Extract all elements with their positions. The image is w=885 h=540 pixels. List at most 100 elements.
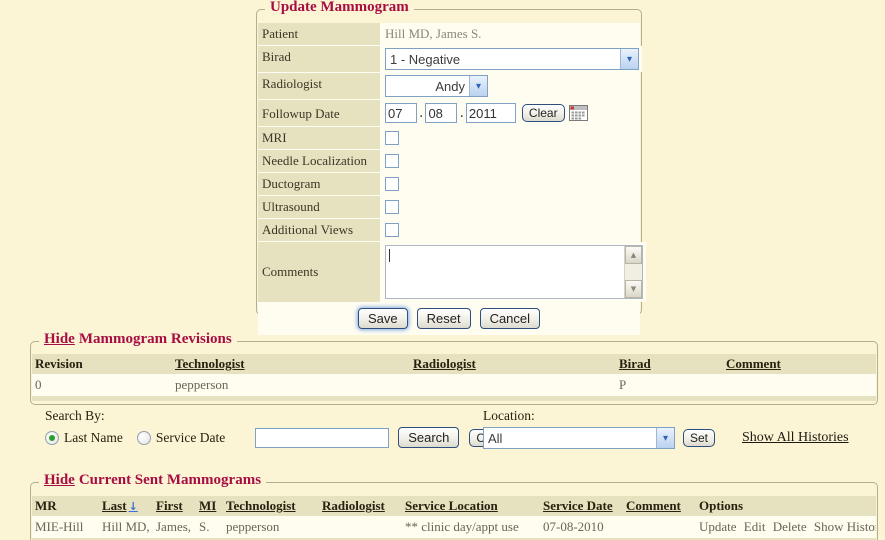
col-options: Options — [696, 496, 876, 516]
col-technologist[interactable]: Technologist — [172, 354, 410, 374]
birad-value: P — [616, 375, 723, 395]
mri-label: MRI — [258, 127, 382, 149]
revisions-footer-strip — [32, 396, 876, 401]
col-technologist[interactable]: Technologist — [223, 496, 319, 516]
current-sent-mammograms-section: HideCurrent Sent Mammograms MR Last↓ Fir… — [30, 482, 878, 540]
additional-views-row: Additional Views — [258, 219, 640, 242]
followup-month-input[interactable] — [385, 103, 417, 123]
delete-link[interactable]: Delete — [773, 519, 807, 534]
col-birad[interactable]: Birad — [616, 354, 723, 374]
col-last[interactable]: Last↓ — [99, 496, 153, 516]
last-name-radio-label[interactable]: Last Name — [64, 430, 123, 446]
comments-textarea[interactable]: ▲ ▼ — [385, 245, 643, 299]
cancel-button[interactable]: Cancel — [480, 308, 540, 329]
page: Update Mammogram Patient Hill MD, James … — [0, 0, 885, 540]
search-by-label: Search By: — [45, 408, 105, 424]
edit-link[interactable]: Edit — [744, 519, 766, 534]
radiologist-select[interactable]: Andy ▾ — [385, 75, 488, 97]
set-location-button[interactable]: Set — [683, 429, 715, 447]
show-all-histories-link[interactable]: Show All Histories — [742, 430, 849, 446]
search-bar: Search By: Last Name Service Date Search… — [0, 406, 885, 460]
birad-select[interactable]: 1 - Negative ▾ — [385, 48, 639, 70]
update-mammogram-form: Update Mammogram Patient Hill MD, James … — [256, 9, 642, 315]
col-mi[interactable]: MI — [196, 496, 223, 516]
options-cell: Update Edit Delete Show History — [696, 517, 876, 537]
followup-day-input[interactable] — [425, 103, 457, 123]
form-button-row: Save Reset Cancel — [258, 303, 640, 335]
col-radiologist[interactable]: Radiologist — [319, 496, 402, 516]
reset-button[interactable]: Reset — [417, 308, 471, 329]
additional-views-label: Additional Views — [258, 219, 382, 241]
col-comment[interactable]: Comment — [623, 496, 696, 516]
technologist-value: pepperson — [223, 517, 319, 537]
chevron-down-icon: ▾ — [469, 76, 487, 96]
col-mr: MR — [32, 496, 99, 516]
birad-row: Birad 1 - Negative ▾ — [258, 46, 640, 73]
service-date-value: 07-08-2010 — [540, 517, 623, 537]
search-input[interactable] — [255, 428, 389, 448]
chevron-down-icon: ▾ — [620, 49, 638, 69]
col-radiologist[interactable]: Radiologist — [410, 354, 616, 374]
hide-revisions-link[interactable]: Hide — [44, 331, 75, 347]
date-separator: . — [419, 104, 423, 122]
revisions-legend: HideMammogram Revisions — [39, 331, 237, 348]
radiologist-row: Radiologist Andy ▾ — [258, 73, 640, 100]
followup-date-row: Followup Date . . Clear — [258, 100, 640, 127]
followup-year-input[interactable] — [466, 103, 516, 123]
birad-label: Birad — [258, 46, 382, 72]
location-label: Location: — [483, 408, 535, 424]
ultrasound-row: Ultrasound — [258, 196, 640, 219]
search-button[interactable]: Search — [398, 427, 459, 448]
needle-localization-row: Needle Localization — [258, 150, 640, 173]
comment-value — [723, 375, 876, 395]
comments-row: Comments ▲ ▼ — [258, 242, 640, 303]
col-comment[interactable]: Comment — [723, 354, 876, 374]
scroll-up-icon[interactable]: ▲ — [625, 246, 642, 264]
show-history-link[interactable]: Show History — [814, 519, 876, 534]
needle-localization-checkbox[interactable] — [385, 154, 399, 168]
ductogram-row: Ductogram — [258, 173, 640, 196]
additional-views-checkbox[interactable] — [385, 223, 399, 237]
patient-row: Patient Hill MD, James S. — [258, 23, 640, 46]
scroll-down-icon[interactable]: ▼ — [625, 280, 642, 298]
col-revision: Revision — [32, 354, 172, 374]
textarea-scrollbar[interactable]: ▲ ▼ — [624, 246, 642, 298]
text-caret — [389, 249, 390, 262]
mri-row: MRI — [258, 127, 640, 150]
clear-date-button[interactable]: Clear — [522, 104, 565, 122]
last-name-radio[interactable] — [45, 431, 59, 445]
technologist-value: pepperson — [172, 375, 410, 395]
radiologist-selected-value: Andy — [386, 79, 469, 94]
sent-data-row: MIE-Hill Hill MD, James, S. pepperson **… — [32, 517, 876, 538]
calendar-icon[interactable] — [569, 105, 588, 121]
sent-legend: HideCurrent Sent Mammograms — [39, 472, 266, 489]
ultrasound-label: Ultrasound — [258, 196, 382, 218]
patient-value: Hill MD, James S. — [385, 26, 481, 42]
sent-title: Current Sent Mammograms — [79, 472, 261, 488]
location-select[interactable]: All ▾ — [483, 427, 675, 449]
service-date-radio[interactable] — [137, 431, 151, 445]
ultrasound-checkbox[interactable] — [385, 200, 399, 214]
chevron-down-icon: ▾ — [656, 428, 674, 448]
birad-selected-value: 1 - Negative — [386, 52, 620, 67]
hide-sent-link[interactable]: Hide — [44, 472, 75, 488]
mri-checkbox[interactable] — [385, 131, 399, 145]
ductogram-checkbox[interactable] — [385, 177, 399, 191]
patient-label: Patient — [258, 23, 382, 45]
revisions-title: Mammogram Revisions — [79, 331, 232, 347]
comments-label: Comments — [258, 242, 382, 302]
radiologist-label: Radiologist — [258, 73, 382, 99]
radiologist-value — [410, 375, 616, 395]
update-link[interactable]: Update — [699, 519, 737, 534]
save-button[interactable]: Save — [358, 308, 408, 329]
needle-localization-label: Needle Localization — [258, 150, 382, 172]
service-date-radio-label[interactable]: Service Date — [156, 430, 225, 446]
last-value: Hill MD, — [99, 517, 153, 537]
revisions-header-row: Revision Technologist Radiologist Birad … — [32, 354, 876, 375]
first-value: James, — [153, 517, 196, 537]
col-service-date[interactable]: Service Date — [540, 496, 623, 516]
col-first[interactable]: First — [153, 496, 196, 516]
sent-header-row: MR Last↓ First MI Technologist Radiologi… — [32, 496, 876, 517]
sort-descending-icon: ↓ — [129, 500, 138, 513]
col-service-location[interactable]: Service Location — [402, 496, 540, 516]
